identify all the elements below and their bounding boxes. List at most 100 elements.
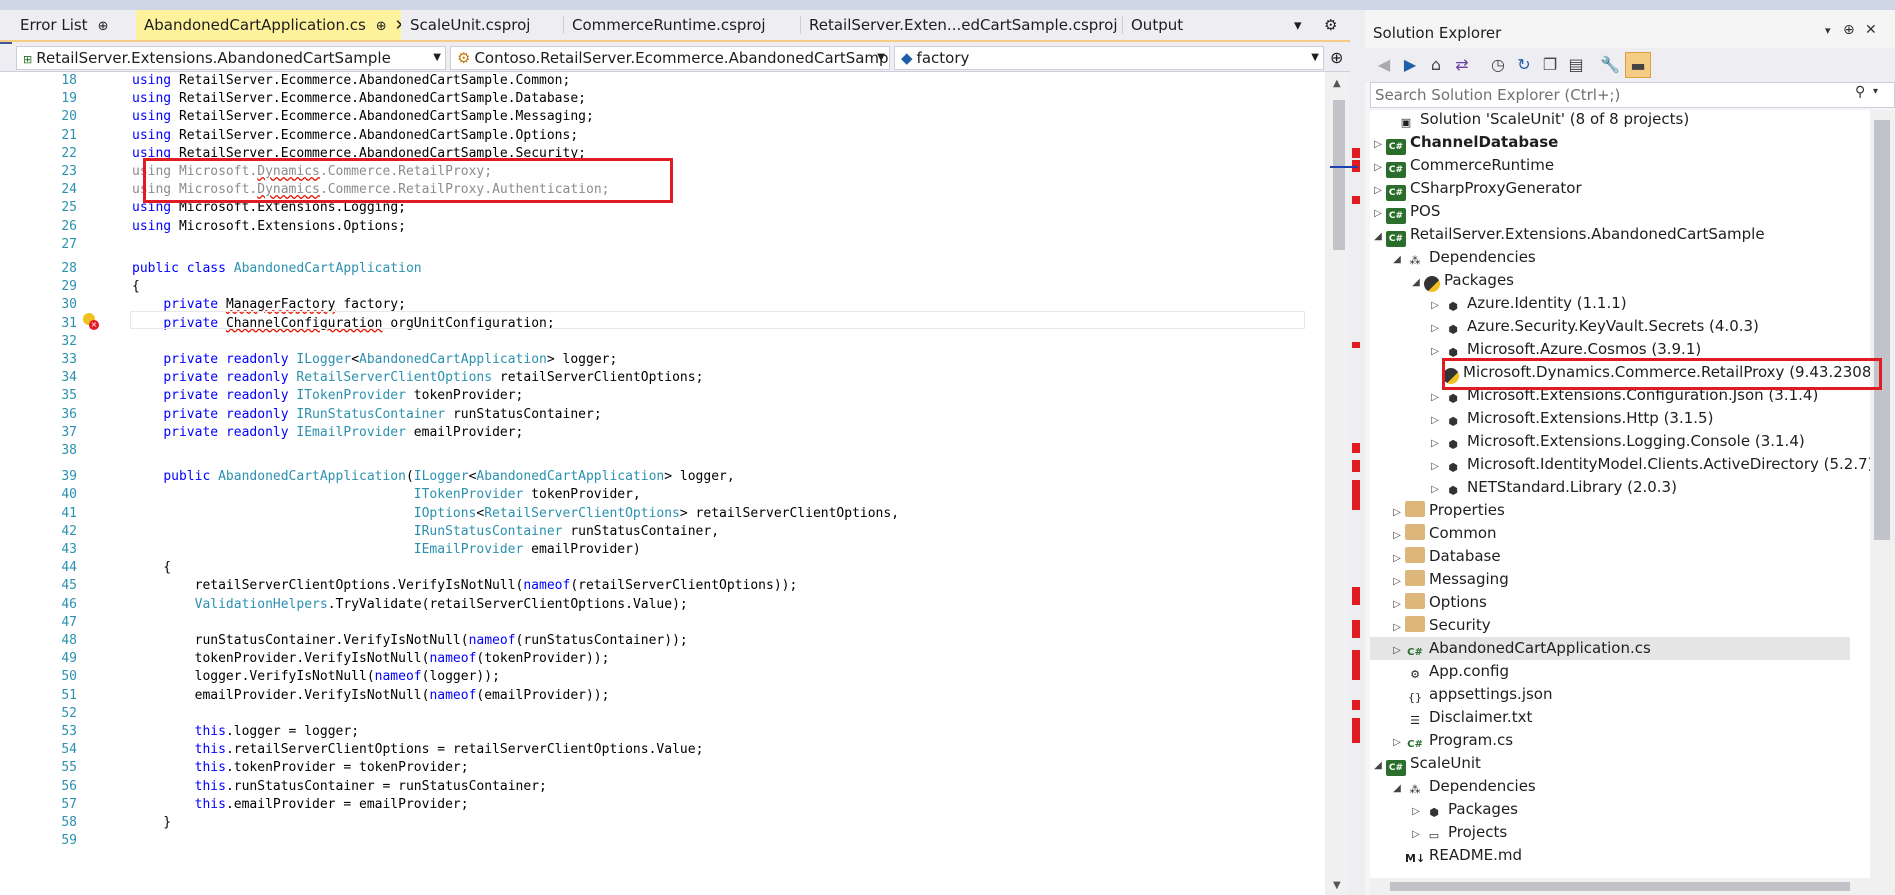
expand-arrow-icon[interactable]: ▷ [1427, 455, 1443, 478]
tree-item[interactable]: ▷ Security [1389, 614, 1869, 637]
expand-arrow-icon[interactable]: ▷ [1408, 800, 1424, 823]
expand-arrow-icon[interactable]: ▷ [1389, 524, 1405, 547]
editor-scroll-thumb[interactable] [1333, 100, 1345, 250]
text-file-icon: ☰ [1410, 714, 1420, 727]
tree-item[interactable]: ▷ ⬢ Microsoft.Extensions.Logging.Console (… [1427, 430, 1870, 453]
pin-icon[interactable]: ⊕ [98, 19, 109, 34]
close-icon[interactable]: ✕ [1865, 22, 1877, 38]
tree-item[interactable]: ▷ C# AbandonedCartApplication.cs [1370, 637, 1850, 660]
tree-item[interactable]: {} appsettings.json [1389, 683, 1869, 706]
tree-item[interactable]: ▷ C# POS [1370, 200, 1850, 225]
tree-item[interactable]: ◢⬢Packages [1408, 269, 1870, 292]
gear-icon[interactable]: ⚙ [1320, 10, 1350, 40]
forward-icon[interactable]: ▶ [1397, 52, 1423, 78]
pin-icon[interactable]: ⊕ [1843, 22, 1855, 38]
close-icon[interactable]: ✕ [395, 16, 401, 34]
switch-views-icon[interactable]: ⇄ [1449, 52, 1475, 78]
tab-scaleunit-csproj[interactable]: ScaleUnit.csproj [402, 10, 562, 40]
preview-selected-item-icon[interactable]: ▬ [1625, 52, 1651, 78]
solution-explorer-scroll-thumb[interactable] [1874, 120, 1890, 540]
show-all-files-icon[interactable]: ▤ [1563, 52, 1589, 78]
tree-item[interactable]: ▷ Messaging [1389, 568, 1869, 591]
tab-overflow-dropdown-icon[interactable]: ▾ [1290, 10, 1320, 40]
expand-arrow-icon[interactable]: ▷ [1389, 639, 1405, 662]
error-marker [1352, 443, 1360, 453]
tree-item[interactable]: ▷ ▭ Projects [1408, 821, 1870, 844]
tree-item[interactable]: ◢ ⁂ Dependencies [1389, 775, 1869, 798]
type-dropdown[interactable]: ⚙ Contoso.RetailServer.Ecommerce.Abandone… [450, 46, 890, 70]
collapse-arrow-icon[interactable]: ◢ [1389, 248, 1405, 271]
tree-item[interactable]: ▷ Common [1389, 522, 1869, 545]
solution-explorer-hscroll-thumb[interactable] [1390, 882, 1850, 891]
expand-arrow-icon[interactable]: ▷ [1389, 570, 1405, 593]
expand-arrow-icon[interactable]: ▷ [1427, 386, 1443, 409]
expand-arrow-icon[interactable]: ▷ [1427, 432, 1443, 455]
expand-arrow-icon[interactable]: ▷ [1389, 547, 1405, 570]
expand-arrow-icon[interactable]: ▷ [1389, 731, 1405, 754]
expand-arrow-icon[interactable]: ▷ [1427, 340, 1443, 363]
expand-arrow-icon[interactable]: ▷ [1427, 409, 1443, 432]
expand-arrow-icon[interactable]: ▷ [1370, 133, 1386, 156]
tree-item[interactable]: ▷ ⬢ NETStandard.Library (2.0.3) [1427, 476, 1870, 499]
member-dropdown[interactable]: ◆ factory ▼ [894, 46, 1324, 70]
tree-item[interactable]: ▷ C# CommerceRuntime [1370, 154, 1850, 179]
pending-changes-filter-icon[interactable]: ◷ [1485, 52, 1511, 78]
expand-arrow-icon[interactable]: ▷ [1427, 294, 1443, 317]
tab-abandoned-cart-application[interactable]: AbandonedCartApplication.cs ⊕ ✕ [136, 10, 401, 40]
tree-item[interactable]: ▷ ⬢ Microsoft.Extensions.Http (3.1.5) [1427, 407, 1870, 430]
search-icon[interactable]: ⚲ [1855, 84, 1865, 100]
solution-tree[interactable]: ▣ Solution 'ScaleUnit' (8 of 8 projects) ▷… [1370, 110, 1870, 895]
expand-arrow-icon[interactable]: ▷ [1408, 823, 1424, 846]
tree-item[interactable]: ▷ ⬢ Packages [1408, 798, 1870, 821]
tree-item-label: Packages [1448, 800, 1518, 818]
expand-arrow-icon[interactable]: ▷ [1370, 202, 1386, 225]
package-icon: ⬢ [1448, 461, 1458, 474]
tree-item[interactable]: ⚙ App.config [1389, 660, 1869, 683]
scroll-up-arrow-icon[interactable]: ▲ [1333, 78, 1341, 89]
tree-item[interactable]: ◢ C# RetailServer.Extensions.AbandonedCart… [1370, 223, 1850, 248]
tree-item[interactable]: ☰ Disclaimer.txt [1389, 706, 1869, 729]
tree-item[interactable]: ▣ Solution 'ScaleUnit' (8 of 8 projects) [1380, 110, 1860, 131]
solution-explorer-search-input[interactable]: Search Solution Explorer (Ctrl+;) [1370, 82, 1895, 108]
expand-arrow-icon[interactable]: ▷ [1427, 478, 1443, 501]
collapse-all-icon[interactable]: ❐ [1537, 52, 1563, 78]
expand-arrow-icon[interactable]: ▷ [1389, 616, 1405, 639]
pin-icon[interactable]: ⊕ [376, 19, 387, 34]
properties-wrench-icon[interactable]: 🔧 [1597, 52, 1623, 78]
tree-item[interactable]: ▷ C# Program.cs [1389, 729, 1869, 752]
error-icon[interactable]: × [89, 320, 99, 330]
tree-item[interactable]: ▷ C# ChannelDatabase [1370, 131, 1850, 156]
tab-output[interactable]: Output [1123, 10, 1283, 40]
panel-menu-dropdown-icon[interactable]: ▾ [1825, 24, 1831, 37]
scroll-down-arrow-icon[interactable]: ▼ [1333, 880, 1341, 891]
expand-arrow-icon[interactable]: ▷ [1389, 501, 1405, 524]
tree-item[interactable]: ▷ C# CSharpProxyGenerator [1370, 177, 1850, 202]
tree-item[interactable]: ▷ Properties [1389, 499, 1869, 522]
expand-arrow-icon[interactable]: ▷ [1370, 179, 1386, 202]
collapse-arrow-icon[interactable]: ◢ [1408, 271, 1424, 294]
tree-item[interactable]: ▷ Database [1389, 545, 1869, 568]
project-dropdown[interactable]: ⊞ RetailServer.Extensions.AbandonedCartSa… [16, 46, 446, 70]
expand-arrow-icon[interactable]: ▷ [1370, 156, 1386, 179]
expand-arrow-icon[interactable]: ▷ [1427, 317, 1443, 340]
tree-item[interactable]: ◢ C# ScaleUnit [1370, 752, 1850, 777]
tree-item[interactable]: ▷ ⬢ Azure.Identity (1.1.1) [1427, 292, 1870, 315]
collapse-arrow-icon[interactable]: ◢ [1370, 225, 1386, 248]
sync-icon[interactable]: ↻ [1511, 52, 1537, 78]
tree-item[interactable]: ◢ ⁂ Dependencies [1389, 246, 1869, 269]
collapse-arrow-icon[interactable]: ◢ [1389, 777, 1405, 800]
tree-item[interactable]: M↓ README.md [1389, 844, 1869, 867]
tree-item-label: NETStandard.Library (2.0.3) [1467, 478, 1677, 496]
home-icon[interactable]: ⌂ [1423, 52, 1449, 78]
expand-arrow-icon[interactable]: ▷ [1389, 593, 1405, 616]
search-options-dropdown-icon[interactable]: ▾ [1873, 86, 1878, 97]
tree-item[interactable]: ▷ Options [1389, 591, 1869, 614]
tab-commerceruntime-csproj[interactable]: CommerceRuntime.csproj [564, 10, 799, 40]
tab-error-list[interactable]: Error List ⊕ [12, 10, 130, 40]
tree-item[interactable]: ▷ ⬢ Microsoft.IdentityModel.Clients.Active… [1427, 453, 1870, 476]
tab-retailserver-csproj[interactable]: RetailServer.Exten...edCartSample.csproj [801, 10, 1121, 40]
split-editor-icon[interactable]: ⊕ [1330, 48, 1343, 67]
collapse-arrow-icon[interactable]: ◢ [1370, 754, 1386, 777]
back-icon[interactable]: ◀ [1371, 52, 1397, 78]
tree-item[interactable]: ▷ ⬢ Azure.Security.KeyVault.Secrets (4.0.3… [1427, 315, 1870, 338]
